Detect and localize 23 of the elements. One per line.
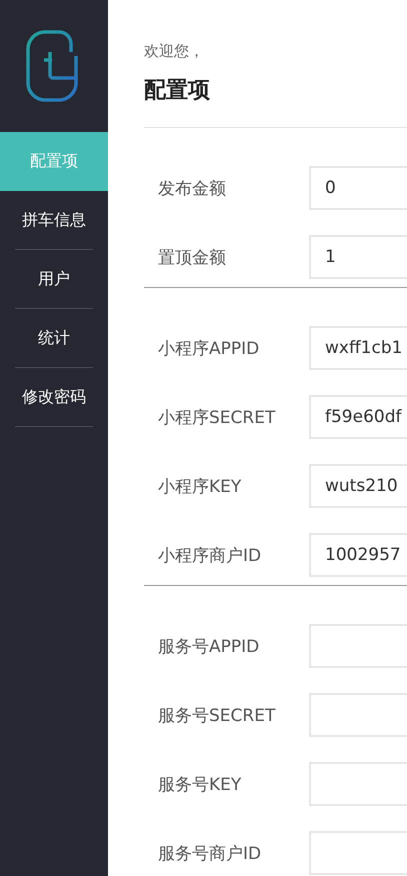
field-label: 服务号KEY	[158, 774, 242, 796]
field-label: 小程序KEY	[158, 476, 242, 498]
field-label: 小程序SECRET	[158, 406, 276, 428]
field-label: 发布金额	[158, 178, 227, 200]
sidebar-item[interactable]: 拼车信息	[15, 191, 93, 250]
sidebar-item[interactable]: 修改密码	[15, 368, 93, 427]
field-label: 置顶金额	[158, 246, 227, 268]
field-label: 服务号商户ID	[158, 842, 262, 864]
sidebar-item[interactable]: 统计	[15, 309, 93, 368]
sidebar-item[interactable]: 用户	[15, 250, 93, 309]
page-title: 配置项	[144, 75, 407, 128]
input-field[interactable]: 1	[309, 235, 407, 279]
input-field[interactable]: 0	[309, 166, 407, 210]
input-field[interactable]: 1002957	[309, 533, 407, 577]
greeting-text: 欢迎您，	[144, 42, 205, 61]
input-field[interactable]: wxff1cb1	[309, 326, 407, 370]
input-field[interactable]: wuts210	[309, 464, 407, 508]
input-field[interactable]: f59e60df	[309, 395, 407, 439]
field-label: 小程序商户ID	[158, 544, 262, 566]
field-label: 小程序APPID	[158, 338, 260, 360]
field-label: 服务号APPID	[158, 636, 260, 658]
field-label: 服务号SECRET	[158, 704, 276, 726]
logo-icon	[26, 30, 78, 102]
